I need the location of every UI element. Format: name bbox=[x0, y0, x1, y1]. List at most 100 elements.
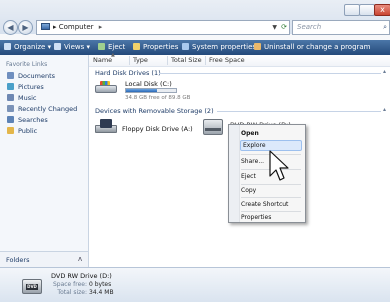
organize-label: Organize bbox=[14, 43, 46, 51]
address-arrow[interactable]: ▸ bbox=[99, 23, 103, 31]
views-label: Views bbox=[64, 43, 85, 51]
explorer-window: x ◀ ▶ ▸ Computer ▸ ▼ ⟳ Search ⌕ Organize… bbox=[0, 0, 390, 302]
nav-item-label: Searches bbox=[18, 116, 48, 124]
nav-item-label: Music bbox=[18, 94, 37, 102]
menu-separator bbox=[241, 211, 301, 212]
column-type[interactable]: Type bbox=[133, 55, 148, 66]
nav-item-label: Recently Changed bbox=[18, 105, 78, 113]
system-properties-button[interactable]: System properties bbox=[182, 40, 256, 55]
column-header: Name ▲ Type Total Size Free Space bbox=[89, 52, 390, 67]
documents-icon bbox=[7, 72, 14, 79]
nav-item-documents[interactable]: Documents bbox=[7, 72, 55, 80]
navigation-pane: Favorite Links Documents Pictures Music … bbox=[0, 55, 89, 251]
disk-usage-fill bbox=[126, 89, 157, 92]
menu-item-share[interactable]: Share... bbox=[241, 158, 264, 165]
favorite-links-title: Favorite Links bbox=[6, 61, 48, 68]
floppy-drive-name[interactable]: Floppy Disk Drive (A:) bbox=[122, 125, 193, 133]
dvd-badge: DVD bbox=[26, 284, 38, 290]
floppy-disk bbox=[100, 119, 112, 128]
system-properties-label: System properties bbox=[192, 43, 257, 51]
group-divider bbox=[159, 73, 381, 74]
nav-item-pictures[interactable]: Pictures bbox=[7, 83, 44, 91]
views-icon bbox=[54, 43, 61, 50]
details-name-text: DVD RW Drive (D:) bbox=[51, 272, 112, 280]
music-icon bbox=[7, 94, 14, 101]
searches-icon bbox=[7, 116, 14, 123]
nav-item-searches[interactable]: Searches bbox=[7, 116, 48, 124]
address-arrow: ▸ bbox=[53, 23, 57, 31]
properties-button[interactable]: Properties bbox=[133, 40, 178, 55]
forward-arrow-icon: ▶ bbox=[22, 23, 29, 32]
details-space-free: Space free: 0 bytes bbox=[51, 281, 111, 288]
properties-icon bbox=[133, 43, 140, 50]
menu-item-open[interactable]: Open bbox=[241, 130, 259, 137]
search-icon[interactable]: ⌕ bbox=[383, 21, 387, 34]
nav-item-label: Pictures bbox=[18, 83, 44, 91]
group-removable-storage[interactable]: Devices with Removable Storage (2) bbox=[95, 107, 214, 115]
disk-usage-bar bbox=[125, 88, 177, 93]
dvd-case bbox=[203, 119, 223, 135]
minimize-button[interactable] bbox=[344, 4, 360, 16]
hard-disk-shape bbox=[95, 85, 117, 93]
column-free-space[interactable]: Free Space bbox=[209, 55, 245, 66]
menu-item-eject[interactable]: Eject bbox=[241, 173, 256, 180]
local-disk-name[interactable]: Local Disk (C:) bbox=[125, 80, 172, 88]
address-dropdown-icon[interactable]: ▼ bbox=[272, 21, 277, 34]
search-input[interactable]: Search ⌕ bbox=[292, 20, 390, 35]
properties-label: Properties bbox=[143, 43, 179, 51]
total-size-label: Total size: bbox=[57, 289, 87, 296]
menu-separator bbox=[241, 184, 301, 185]
search-placeholder: Search bbox=[297, 23, 322, 31]
refresh-icon[interactable]: ⟳ bbox=[281, 21, 287, 34]
column-divider[interactable] bbox=[129, 56, 130, 65]
views-button[interactable]: Views ▾ bbox=[54, 40, 90, 55]
back-button[interactable]: ◀ bbox=[3, 20, 18, 35]
menu-item-properties[interactable]: Properties bbox=[241, 214, 271, 221]
local-disk-icon[interactable] bbox=[95, 81, 119, 95]
eject-icon bbox=[98, 43, 105, 50]
uninstall-program-button[interactable]: Uninstall or change a program bbox=[254, 40, 371, 55]
context-menu-gutter bbox=[229, 125, 240, 222]
system-properties-icon bbox=[182, 43, 189, 50]
public-folder-icon bbox=[7, 127, 14, 134]
space-free-label: Space free: bbox=[52, 281, 87, 288]
column-divider[interactable] bbox=[205, 56, 206, 65]
mouse-cursor-icon bbox=[269, 150, 289, 181]
chevron-up-icon: ʌ bbox=[78, 255, 83, 263]
address-bar[interactable]: ▸ Computer ▸ ▼ ⟳ bbox=[36, 20, 290, 35]
dvd-tray bbox=[205, 128, 221, 131]
nav-item-label: Public bbox=[18, 127, 38, 135]
column-total-size[interactable]: Total Size bbox=[171, 55, 202, 66]
details-drive-name: DVD RW Drive (D:) bbox=[51, 272, 112, 280]
back-arrow-icon: ◀ bbox=[7, 23, 14, 32]
close-button[interactable]: x bbox=[374, 4, 390, 16]
menu-item-copy[interactable]: Copy bbox=[241, 187, 256, 194]
nav-item-recently-changed[interactable]: Recently Changed bbox=[7, 105, 77, 113]
computer-icon bbox=[41, 23, 50, 30]
folders-toggle[interactable]: Folders ʌ bbox=[0, 251, 89, 268]
dvd-drive-large-icon: DVD bbox=[22, 275, 42, 297]
space-free-value: 0 bytes bbox=[89, 281, 112, 288]
address-location[interactable]: Computer bbox=[59, 23, 94, 31]
nav-item-label: Documents bbox=[18, 72, 56, 80]
maximize-button[interactable] bbox=[359, 4, 375, 16]
floppy-drive-icon[interactable] bbox=[95, 119, 119, 135]
menu-item-create-shortcut[interactable]: Create Shortcut bbox=[241, 201, 288, 208]
folders-label: Folders bbox=[6, 256, 30, 264]
nav-item-public[interactable]: Public bbox=[7, 127, 37, 135]
group-divider bbox=[217, 111, 381, 112]
column-divider[interactable] bbox=[167, 56, 168, 65]
pictures-icon bbox=[7, 83, 14, 90]
organize-button[interactable]: Organize ▾ bbox=[4, 40, 51, 55]
collapse-icon[interactable]: ▴ bbox=[383, 68, 386, 75]
details-pane: DVD DVD RW Drive (D:) Space free: 0 bytes… bbox=[0, 267, 390, 302]
dvd-drive-icon[interactable] bbox=[203, 119, 225, 137]
column-name[interactable]: Name bbox=[93, 55, 112, 66]
recently-changed-icon bbox=[7, 105, 14, 112]
total-size-value: 34.4 MB bbox=[89, 289, 114, 296]
collapse-icon[interactable]: ▴ bbox=[383, 106, 386, 113]
group-hard-disk-drives[interactable]: Hard Disk Drives (1) bbox=[95, 69, 161, 77]
nav-item-music[interactable]: Music bbox=[7, 94, 37, 102]
forward-button[interactable]: ▶ bbox=[18, 20, 33, 35]
uninstall-label: Uninstall or change a program bbox=[264, 43, 371, 51]
